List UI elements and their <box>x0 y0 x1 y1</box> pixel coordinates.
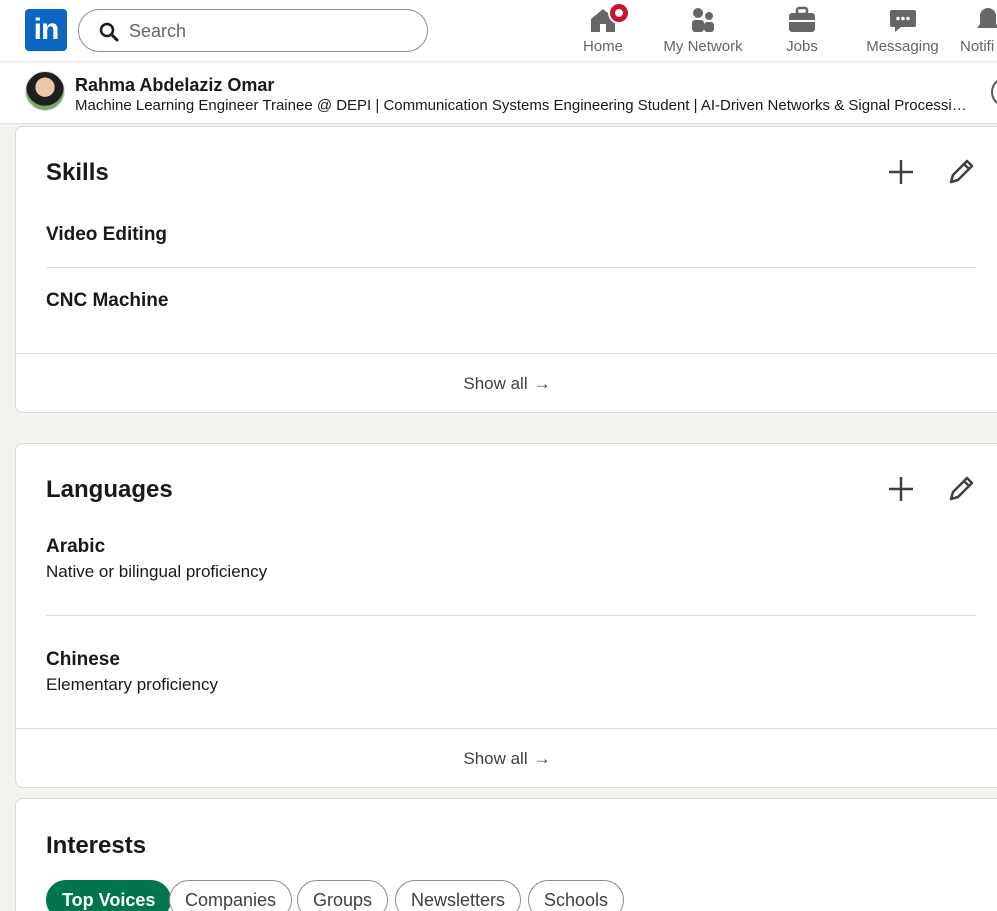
nav-home[interactable]: Home <box>563 0 643 62</box>
tab-top-voices[interactable]: Top Voices <box>46 880 172 911</box>
profile-headline: Machine Learning Engineer Trainee @ DEPI… <box>75 97 975 114</box>
edit-languages-button[interactable] <box>943 471 979 507</box>
skills-show-all-button[interactable]: Show all → <box>16 374 997 394</box>
tab-companies[interactable]: Companies <box>169 880 293 911</box>
divider <box>16 728 997 729</box>
language-proficiency: Native or bilingual proficiency <box>46 562 268 581</box>
profile-name: Rahma Abdelaziz Omar <box>75 75 275 95</box>
bell-icon <box>977 8 997 28</box>
nav-home-label: Home <box>582 38 623 55</box>
arrow-right-icon: → <box>533 374 551 393</box>
top-nav: in Home My Network Jobs <box>0 0 997 62</box>
edit-skills-button[interactable] <box>943 154 979 190</box>
tab-groups[interactable]: Groups <box>297 880 389 911</box>
show-all-label: Show all <box>463 749 528 768</box>
divider <box>16 353 997 354</box>
nav-messaging-label: Messaging <box>866 38 939 55</box>
languages-show-all-button[interactable]: Show all → <box>16 749 997 769</box>
notification-badge <box>608 2 630 24</box>
profile-sticky-bar: Rahma Abdelaziz Omar Machine Learning En… <box>0 63 997 124</box>
add-skill-button[interactable] <box>883 154 919 190</box>
briefcase-icon <box>789 6 815 32</box>
language-name: Chinese <box>46 649 120 670</box>
nav-jobs[interactable]: Jobs <box>767 0 837 62</box>
skill-item[interactable]: Video Editing <box>46 224 167 246</box>
add-language-button[interactable] <box>883 471 919 507</box>
nav-my-network-label: My Network <box>663 38 743 55</box>
search-icon <box>99 22 119 42</box>
divider <box>46 615 976 616</box>
linkedin-logo[interactable]: in <box>25 9 67 51</box>
chat-icon <box>889 10 916 32</box>
arrow-right-icon: → <box>533 749 551 768</box>
skills-title: Skills <box>46 159 109 186</box>
nav-my-network[interactable]: My Network <box>657 0 749 62</box>
show-all-label: Show all <box>463 374 528 393</box>
languages-title: Languages <box>46 476 173 503</box>
skill-item[interactable]: CNC Machine <box>46 290 168 312</box>
avatar[interactable] <box>25 71 65 111</box>
nav-notifications-label: Notifi <box>960 38 995 55</box>
tab-schools[interactable]: Schools <box>528 880 625 911</box>
nav-jobs-label: Jobs <box>786 38 818 55</box>
network-icon <box>692 8 714 32</box>
nav-notifications[interactable]: Notifi <box>955 0 997 62</box>
tab-newsletters[interactable]: Newsletters <box>395 880 522 911</box>
language-proficiency: Elementary proficiency <box>46 675 218 694</box>
more-button[interactable] <box>991 77 997 107</box>
languages-card: Languages Arabic Native or bilingual pro… <box>15 443 997 788</box>
divider <box>46 267 976 268</box>
language-name: Arabic <box>46 536 106 557</box>
search-box[interactable] <box>78 9 428 52</box>
skills-card: Skills Video Editing CNC Machine Show al… <box>15 126 997 413</box>
nav-messaging[interactable]: Messaging <box>860 0 945 62</box>
interests-title: Interests <box>46 832 147 859</box>
search-input[interactable] <box>129 18 409 44</box>
